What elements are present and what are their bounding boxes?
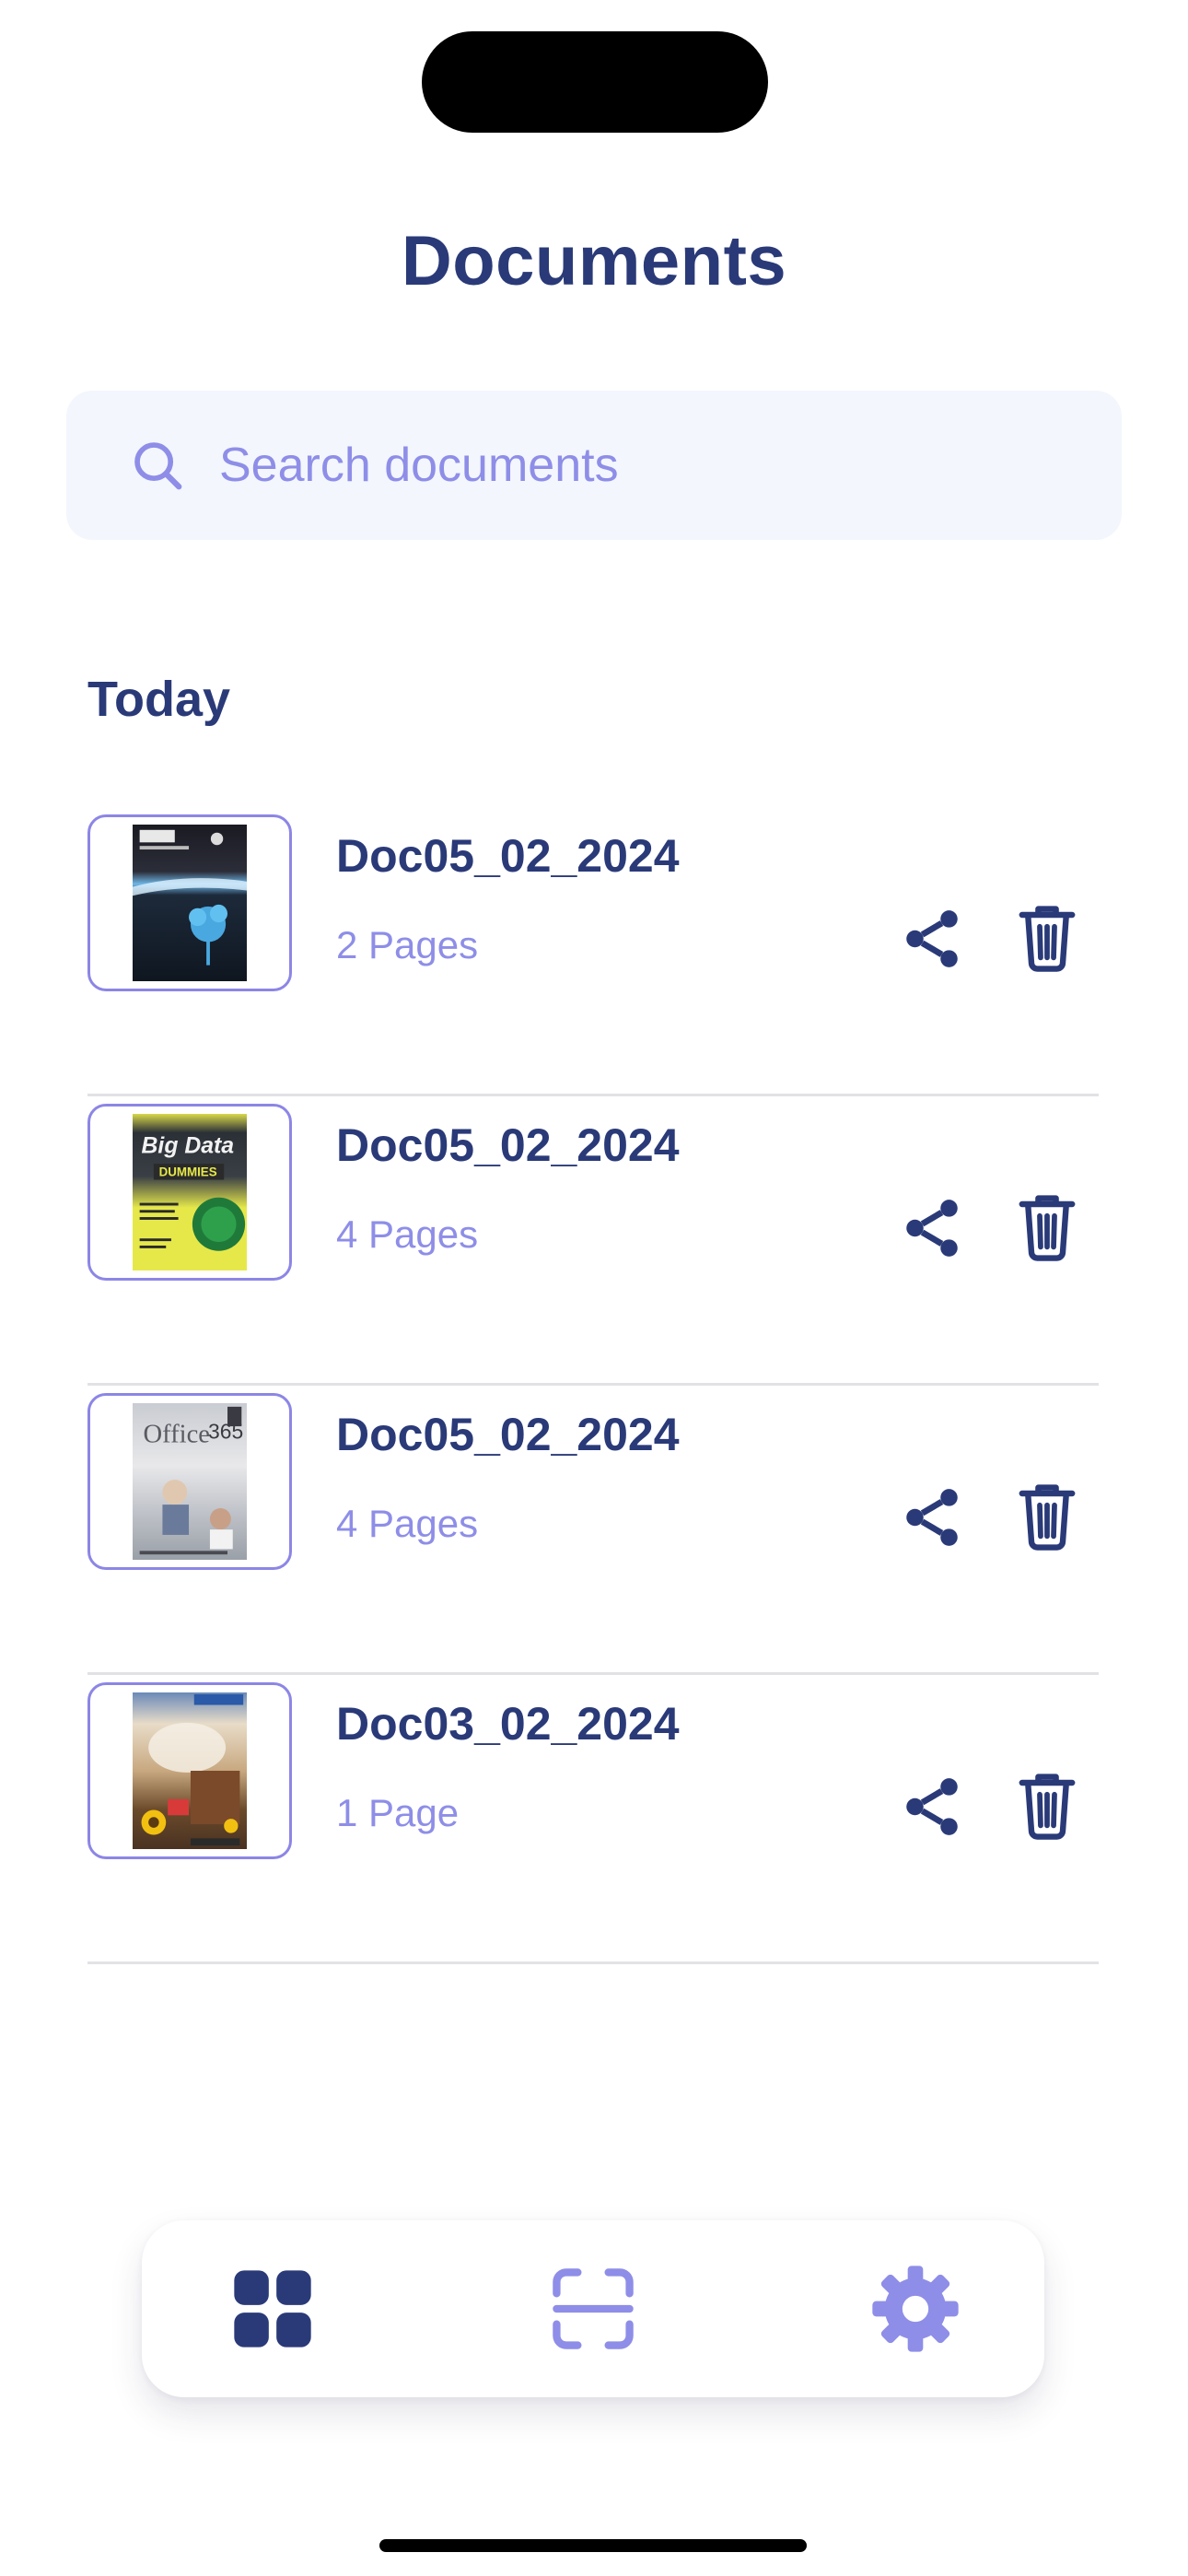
svg-text:Office: Office [143,1419,210,1448]
trash-icon[interactable] [1018,901,1077,973]
share-icon[interactable] [898,1194,966,1262]
scan-icon[interactable] [547,2263,639,2355]
document-page-count: 4 Pages [336,1212,479,1256]
document-row[interactable]: Office 365 Doc05_02_2024 4 Pages [87,1386,1099,1675]
share-icon[interactable] [898,1483,966,1551]
document-thumbnail[interactable]: Big Data DUMMIES [87,1104,292,1281]
trash-icon[interactable] [1018,1769,1077,1841]
document-name: Doc03_02_2024 [336,1698,680,1750]
document-page-count: 2 Pages [336,923,479,966]
document-page-count: 4 Pages [336,1502,479,1545]
dynamic-island [422,31,768,133]
svg-text:DUMMIES: DUMMIES [159,1165,217,1179]
search-input[interactable] [219,422,1085,509]
document-row[interactable]: Big Data DUMMIES Doc05_02_2024 4 Pages [87,1096,1099,1386]
document-name: Doc05_02_2024 [336,830,680,882]
document-name: Doc05_02_2024 [336,1119,680,1171]
search-bar[interactable] [66,391,1122,540]
page-title: Documents [401,222,787,300]
share-icon[interactable] [898,1773,966,1841]
gear-icon[interactable] [869,2263,961,2355]
document-thumbnail[interactable] [87,814,292,991]
document-row[interactable]: Doc05_02_2024 2 Pages [87,807,1099,1096]
document-list: Doc05_02_2024 2 Pages Big Data DUMMIES D… [87,807,1099,1964]
document-name: Doc05_02_2024 [336,1409,680,1460]
document-page-count: 1 Page [336,1791,460,1834]
home-indicator[interactable] [379,2539,807,2552]
document-thumbnail[interactable]: Office 365 [87,1393,292,1570]
trash-icon[interactable] [1018,1480,1077,1551]
grid-icon[interactable] [227,2263,319,2355]
search-icon [134,442,182,490]
document-row[interactable]: Doc03_02_2024 1 Page [87,1675,1099,1964]
svg-text:Big Data: Big Data [142,1132,235,1158]
share-icon[interactable] [898,905,966,973]
section-heading-today: Today [87,672,231,727]
document-thumbnail[interactable] [87,1682,292,1859]
trash-icon[interactable] [1018,1190,1077,1262]
bottom-tab-bar [142,2220,1044,2397]
